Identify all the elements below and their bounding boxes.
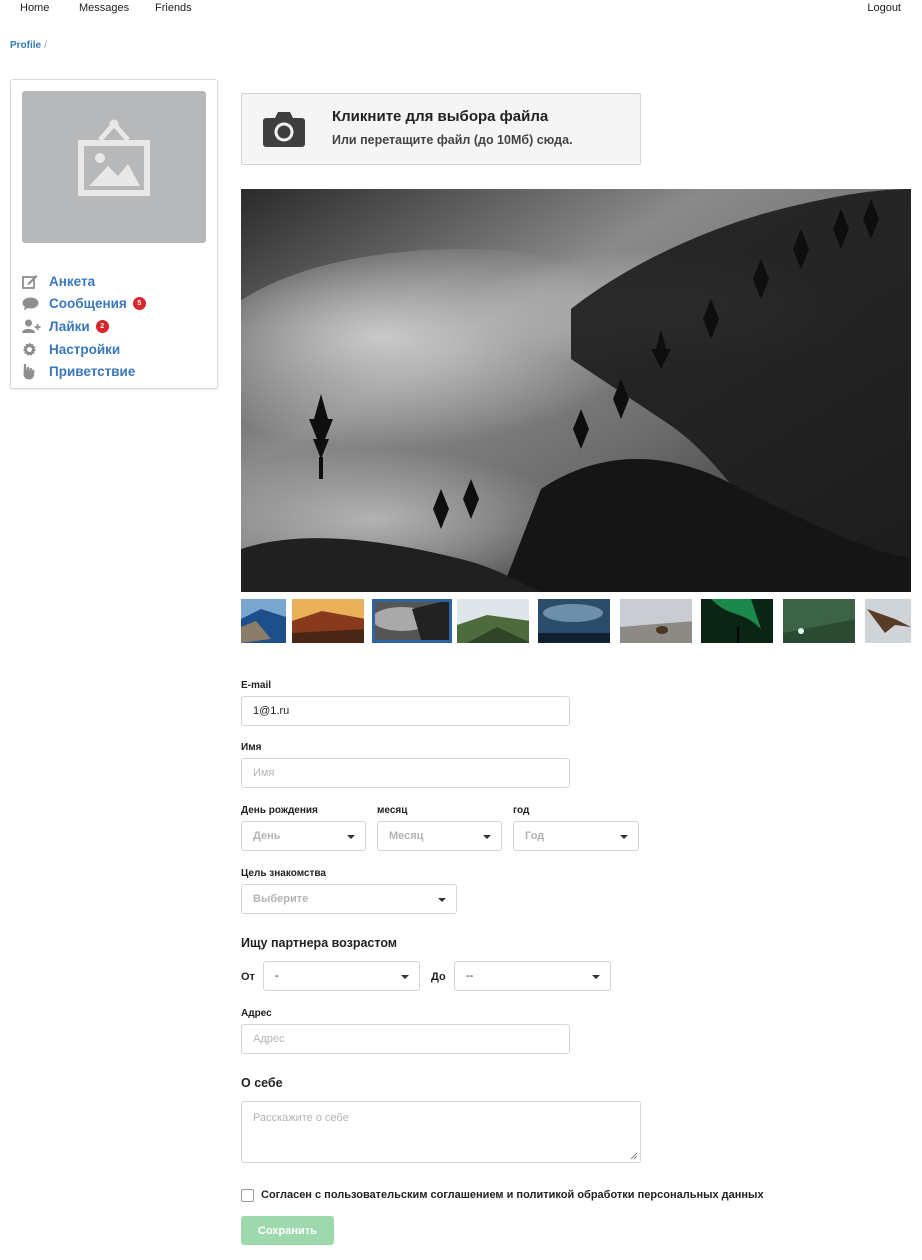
user-plus-icon [22,318,42,334]
partner-age-heading: Ищу партнера возрастом [241,936,398,950]
gear-icon [22,341,42,357]
chevron-down-icon [592,975,600,979]
sidebar-item-label: Сообщения [49,296,127,312]
goal-value: Выберите [253,893,309,905]
upload-subtitle: Или перетащите файл (до 10Мб) сюда. [332,133,573,147]
email-label: E-mail [241,680,272,691]
sidebar-item-label: Приветствие [49,364,136,380]
birth-year-select[interactable]: Год [513,821,639,851]
agreement-label[interactable]: Согласен с пользовательским соглашением … [261,1189,764,1201]
birth-day-value: День [253,830,281,842]
upload-title: Кликните для выбора файла [332,108,549,125]
main-photo [241,189,911,592]
resize-grip-icon[interactable] [630,1152,638,1160]
sidebar-item-likes[interactable]: Лайки 2 [22,315,146,338]
goal-select[interactable]: Выберите [241,884,457,914]
age-from-label: От [241,971,255,983]
sidebar-item-label: Настройки [49,341,121,357]
hand-icon [22,364,42,380]
avatar[interactable] [22,91,206,243]
messages-count-badge: 5 [132,297,146,311]
sidebar-item-label: Анкета [49,273,96,289]
birth-month-value: Месяц [389,830,424,842]
age-to-select[interactable]: -- [454,961,611,991]
camera-icon [263,112,305,147]
address-placeholder: Адрес [253,1033,285,1045]
name-label: Имя [241,742,262,753]
age-from-value: - [275,970,279,982]
about-placeholder: Расскажите о себе [253,1112,349,1124]
gallery-thumb[interactable] [292,599,364,643]
nav-friends-link[interactable]: Friends [155,2,192,14]
image-placeholder-icon [78,119,150,196]
email-field[interactable]: 1@1.ru [241,696,570,726]
address-field[interactable]: Адрес [241,1024,570,1054]
edit-icon [22,273,42,289]
gallery-thumb[interactable] [241,599,286,643]
name-placeholder: Имя [253,767,275,779]
about-heading: О себе [241,1076,283,1090]
photo-upload-dropzone[interactable]: Кликните для выбора файла Или перетащите… [241,93,641,165]
sidebar-item-anketa[interactable]: Анкета [22,270,146,293]
top-nav: Home Messages Friends Logout [0,0,922,20]
birth-year-label: год [513,805,530,816]
chevron-down-icon [438,898,446,902]
photo-thumbnails [241,598,911,644]
agreement-checkbox[interactable] [241,1189,254,1202]
breadcrumb: Profile / [10,40,47,51]
likes-count-badge: 2 [95,319,109,333]
birth-day-select[interactable]: День [241,821,366,851]
gallery-thumb[interactable] [701,599,773,643]
birth-month-label: месяц [377,805,408,816]
chevron-down-icon [483,835,491,839]
comment-icon [22,296,42,312]
birth-year-value: Год [525,830,545,842]
nav-logout-link[interactable]: Logout [867,2,901,14]
birthday-label: День рождения [241,805,318,816]
misty-forest-photo [241,189,911,592]
sidebar-item-label: Лайки [49,318,90,334]
gallery-thumb[interactable] [865,599,911,643]
gallery-thumb-active[interactable] [372,599,452,643]
gallery-thumb[interactable] [538,599,610,643]
gallery-thumb[interactable] [457,599,529,643]
address-label: Адрес [241,1008,272,1019]
age-to-label: До [431,971,446,983]
sidebar-item-settings[interactable]: Настройки [22,338,146,361]
chevron-down-icon [620,835,628,839]
breadcrumb-profile[interactable]: Profile [10,40,41,51]
breadcrumb-separator: / [44,40,47,51]
chevron-down-icon [347,835,355,839]
sidebar-menu: Анкета Сообщения 5 Лайки 2 Настройки При… [22,270,146,383]
chevron-down-icon [401,975,409,979]
goal-label: Цель знакомства [241,868,326,879]
gallery-thumb[interactable] [620,599,692,643]
profile-sidebar: Анкета Сообщения 5 Лайки 2 Настройки При… [10,79,218,389]
name-field[interactable]: Имя [241,758,570,788]
about-textarea[interactable]: Расскажите о себе [241,1101,641,1163]
nav-home-link[interactable]: Home [20,2,49,14]
save-button[interactable]: Сохранить [241,1216,334,1245]
email-value: 1@1.ru [253,705,290,717]
age-from-select[interactable]: - [263,961,420,991]
sidebar-item-greeting[interactable]: Приветствие [22,360,146,383]
sidebar-item-messages[interactable]: Сообщения 5 [22,293,146,316]
age-to-value: -- [466,970,474,982]
nav-messages-link[interactable]: Messages [79,2,129,14]
gallery-thumb[interactable] [783,599,855,643]
birth-month-select[interactable]: Месяц [377,821,502,851]
